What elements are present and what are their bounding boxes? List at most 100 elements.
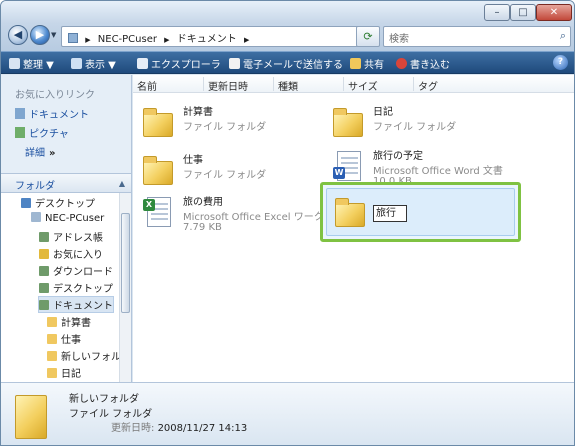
close-button[interactable]: ✕ [536, 4, 572, 21]
organize-button[interactable]: 整理 ▼ [9, 56, 54, 71]
folder-tree: デスクトップ NEC-PCuser アドレス帳 お気に入り ダウンロード デスク… [1, 193, 119, 382]
column-divider[interactable] [273, 77, 274, 91]
folder-icon [331, 103, 365, 139]
item-name: 旅行の予定 [373, 151, 423, 162]
modified-value: 2008/11/27 14:13 [157, 423, 248, 434]
tree-item[interactable]: デスクトップ [39, 280, 113, 295]
item-name: 仕事 [183, 155, 203, 166]
list-item[interactable]: X 旅の費用 Microsoft Office Excel ワーク... 7.7… [137, 191, 333, 235]
more-links-label: 詳細 [25, 148, 45, 159]
word-document-icon: W [331, 147, 365, 183]
item-name: 旅の費用 [183, 197, 223, 208]
tree-item[interactable]: ダウンロード [39, 263, 113, 278]
favorites-icon [39, 249, 49, 259]
chevron-up-icon[interactable]: ▲ [119, 179, 125, 188]
history-dropdown-icon[interactable]: ▼ [51, 31, 56, 39]
documents-folder-icon [39, 300, 49, 310]
column-type[interactable]: 種類 [278, 78, 298, 93]
desktop-icon [21, 198, 31, 208]
breadcrumb-documents[interactable]: ドキュメント [177, 34, 237, 45]
maximize-button[interactable]: □ [510, 4, 536, 21]
column-tags[interactable]: タグ [418, 78, 438, 93]
column-name[interactable]: 名前 [137, 78, 157, 93]
rename-highlight: 旅行 [320, 182, 521, 242]
mail-icon [229, 58, 240, 69]
scrollbar-thumb[interactable] [121, 213, 130, 313]
tree-item-selected[interactable]: ドキュメント [38, 296, 114, 313]
folders-header[interactable]: フォルダ ▲ [1, 173, 131, 193]
tree-item-label: 日記 [61, 369, 81, 380]
email-label: 電子メールで送信する [243, 60, 343, 71]
tree-scrollbar[interactable] [119, 193, 131, 382]
breadcrumb-arrow-icon[interactable]: ▶ [164, 36, 169, 44]
favorite-label: ピクチャ [29, 129, 69, 140]
folders-title: フォルダ [15, 181, 55, 192]
tree-item[interactable]: 計算書 [47, 314, 91, 329]
item-type: ファイル フォルダ [183, 170, 267, 181]
column-header: 名前 更新日時 種類 サイズ タグ [133, 75, 574, 93]
command-bar: 整理 ▼ 表示 ▼ エクスプローラ 電子メールで送信する 共有 書き込む ? [1, 51, 574, 74]
folder-icon [47, 368, 57, 378]
list-item[interactable]: 仕事 ファイル フォルダ [137, 149, 317, 193]
tree-item[interactable]: お気に入り [39, 246, 103, 261]
list-item[interactable]: 日記 ファイル フォルダ [327, 101, 507, 145]
modified-label: 更新日時: [111, 423, 155, 434]
column-divider[interactable] [343, 77, 344, 91]
tree-item[interactable]: NEC-PCuser [31, 212, 104, 224]
tree-item[interactable]: アドレス帳 [39, 229, 103, 244]
tree-item-label: デスクトップ [35, 199, 95, 210]
search-icon[interactable]: ⌕ [560, 29, 566, 43]
organize-icon [9, 58, 20, 69]
tree-item[interactable]: 新しいフォル [47, 348, 119, 363]
address-bar[interactable]: ▶ NEC-PCuser ▶ ドキュメント ▶ ▼ [61, 26, 376, 47]
item-type: ファイル フォルダ [183, 122, 267, 133]
search-input[interactable]: 検索 [389, 30, 409, 45]
email-button[interactable]: 電子メールで送信する [229, 56, 343, 71]
tree-item-label: デスクトップ [53, 284, 113, 295]
burn-button[interactable]: 書き込む [396, 56, 450, 71]
tree-item-label: アドレス帳 [53, 233, 103, 244]
selected-name: 新しいフォルダ [69, 394, 139, 405]
tree-item-label: ドキュメント [53, 301, 113, 312]
favorite-documents[interactable]: ドキュメント [15, 106, 89, 121]
selected-type: ファイル フォルダ [69, 409, 153, 420]
folder-icon [47, 317, 57, 327]
forward-button[interactable]: ▶ [30, 25, 50, 45]
organize-label: 整理 [23, 60, 43, 71]
share-button[interactable]: 共有 [350, 56, 384, 71]
refresh-button[interactable]: ⟳ [356, 26, 380, 47]
back-button[interactable]: ◀ [8, 25, 28, 45]
explorer-window: – □ ✕ ◀ ▶ ▼ ▶ NEC-PCuser ▶ ドキュメント ▶ ▼ ⟳ … [0, 0, 575, 446]
minimize-button[interactable]: – [484, 4, 510, 21]
breadcrumb-user[interactable]: NEC-PCuser [98, 34, 157, 45]
column-divider[interactable] [203, 77, 204, 91]
more-links[interactable]: 詳細 » [25, 144, 55, 159]
tree-item-label: お気に入り [53, 250, 103, 261]
breadcrumb-arrow-icon[interactable]: ▶ [85, 36, 90, 44]
breadcrumb-arrow-icon[interactable]: ▶ [244, 36, 249, 44]
burn-label: 書き込む [410, 60, 450, 71]
tree-item[interactable]: 仕事 [47, 331, 81, 346]
favorites-title: お気に入りリンク [15, 90, 95, 101]
search-box[interactable]: 検索 ⌕ [383, 26, 571, 47]
folder-icon [47, 351, 57, 361]
item-type: Microsoft Office Excel ワーク... [183, 212, 334, 223]
column-size[interactable]: サイズ [348, 78, 378, 93]
column-divider[interactable] [413, 77, 414, 91]
explorer-button[interactable]: エクスプローラ [137, 56, 221, 71]
view-button[interactable]: 表示 ▼ [71, 56, 116, 71]
tree-item[interactable]: デスクトップ [21, 195, 95, 210]
rename-input[interactable]: 旅行 [373, 205, 407, 222]
navigation-pane: お気に入りリンク ドキュメント ピクチャ 詳細 » フォルダ ▲ デスクトップ N… [1, 75, 132, 382]
excel-workbook-icon: X [141, 193, 175, 229]
favorite-pictures[interactable]: ピクチャ [15, 125, 69, 140]
column-date[interactable]: 更新日時 [208, 78, 248, 93]
tree-item[interactable]: 日記 [47, 365, 81, 380]
share-icon [350, 58, 361, 69]
tree-item-label: 計算書 [61, 318, 91, 329]
list-item[interactable]: 計算書 ファイル フォルダ [137, 101, 317, 145]
selected-modified: 更新日時: 2008/11/27 14:13 [111, 419, 247, 434]
new-folder-item[interactable]: 旅行 [326, 188, 515, 236]
pictures-icon [15, 127, 25, 138]
help-icon[interactable]: ? [553, 55, 568, 70]
